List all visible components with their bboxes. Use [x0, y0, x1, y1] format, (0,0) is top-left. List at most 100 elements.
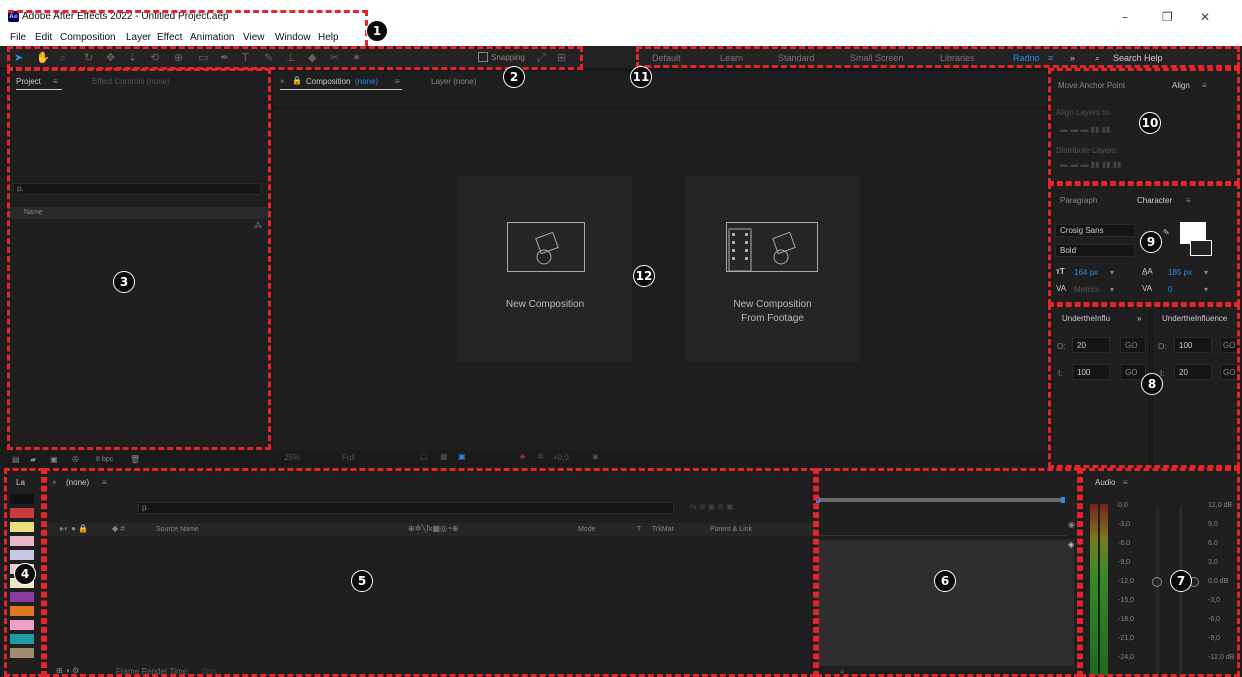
kerning-value[interactable]: Metrics: [1074, 285, 1100, 294]
menu-animation[interactable]: Animation: [190, 32, 234, 43]
search-help-icon[interactable]: ⌕: [1095, 53, 1100, 64]
name-column-header[interactable]: Name: [24, 209, 43, 216]
menu-composition[interactable]: Composition: [60, 32, 116, 43]
mask-visibility-icon[interactable]: ▣: [458, 452, 466, 461]
label-column-icon[interactable]: ◆ #: [112, 524, 125, 533]
work-area-bar[interactable]: [818, 498, 1064, 502]
mode-header[interactable]: Mode: [578, 526, 596, 533]
close-comp-tab[interactable]: ×: [280, 77, 285, 86]
exposure-value[interactable]: +0,0: [553, 453, 569, 462]
snap-magnet-icon[interactable]: ⤢: [537, 51, 546, 65]
new-folder-icon[interactable]: ▰: [30, 455, 36, 464]
layer-switches-header-icons[interactable]: ⊕✲╲fx▦◎◔⊕: [408, 524, 459, 533]
timeline-footer-icons[interactable]: ⊞ ◑ ⚙: [56, 666, 79, 675]
snapshot-icon[interactable]: ◙: [593, 452, 598, 461]
menu-view[interactable]: View: [243, 32, 265, 43]
brush-tool-icon[interactable]: ✎: [264, 51, 273, 64]
kerning-dropdown-icon[interactable]: ▾: [1110, 285, 1114, 294]
stroke-color-swatch[interactable]: [1190, 240, 1212, 256]
font-size-dropdown-icon[interactable]: ▾: [1110, 268, 1114, 277]
search-help-field[interactable]: Search Help: [1113, 53, 1163, 63]
restore-button[interactable]: ❐: [1162, 10, 1173, 24]
menu-help[interactable]: Help: [318, 32, 339, 43]
label-color-swatch[interactable]: [10, 620, 34, 630]
character-menu-icon[interactable]: ≡: [1186, 196, 1191, 205]
comp-button-icon[interactable]: ◈: [1068, 540, 1074, 549]
roto-tool-icon[interactable]: ✂: [330, 51, 339, 64]
anchor-tool-icon[interactable]: ⊕: [174, 51, 183, 64]
dolly-tool-icon[interactable]: ⇣: [128, 51, 137, 64]
leading-value[interactable]: 185 px: [1168, 268, 1192, 277]
bpc-label[interactable]: 8 bpc: [96, 456, 113, 463]
lock-icon[interactable]: 🔒: [292, 76, 302, 85]
selection-tool-icon[interactable]: ➤: [14, 51, 23, 64]
i-input-1[interactable]: 100: [1072, 364, 1110, 380]
timeline-menu-icon[interactable]: ≡: [102, 478, 107, 487]
orbit-tool-icon[interactable]: ↻: [84, 51, 93, 64]
tab-align[interactable]: Align: [1172, 81, 1190, 90]
label-color-swatch[interactable]: [10, 494, 34, 504]
tab-project[interactable]: Project: [16, 77, 41, 86]
tracking-dropdown-icon[interactable]: ▾: [1204, 285, 1208, 294]
workspace-menu-icon[interactable]: ≡: [1048, 53, 1053, 63]
labels-panel-title[interactable]: La: [16, 478, 25, 487]
rotation-tool-icon[interactable]: ⟲: [150, 51, 159, 64]
label-color-swatch[interactable]: [10, 508, 34, 518]
script-panel-2-title[interactable]: UndertheInfluence: [1162, 314, 1227, 323]
workspace-standard[interactable]: Standard: [778, 53, 815, 63]
tracking-value[interactable]: 0: [1168, 285, 1172, 294]
snapping-checkbox[interactable]: [478, 52, 488, 62]
o-go-button-1[interactable]: GO: [1120, 337, 1146, 353]
workspace-radno[interactable]: Radno: [1013, 53, 1040, 63]
label-color-swatch[interactable]: [10, 606, 34, 616]
composition-menu-icon[interactable]: ≡: [395, 77, 400, 86]
leading-dropdown-icon[interactable]: ▾: [1204, 268, 1208, 277]
new-composition-icon[interactable]: ▣: [50, 455, 58, 464]
label-color-swatch[interactable]: [10, 550, 34, 560]
label-color-swatch[interactable]: [10, 536, 34, 546]
pen-tool-icon[interactable]: ✒: [220, 51, 229, 64]
rectangle-tool-icon[interactable]: ▭: [198, 51, 208, 64]
menu-edit[interactable]: Edit: [35, 32, 52, 43]
color-management-icon[interactable]: ♣: [520, 452, 525, 461]
text-tool-icon[interactable]: T: [242, 51, 249, 64]
close-button[interactable]: ✕: [1200, 10, 1210, 24]
eraser-tool-icon[interactable]: ◆: [308, 51, 316, 64]
flowchart-icon[interactable]: ⁂: [254, 221, 262, 230]
hand-tool-icon[interactable]: ✋: [36, 51, 50, 64]
script-panel-1-title[interactable]: UndertheInflu: [1062, 314, 1110, 323]
work-area-end-handle[interactable]: [1061, 497, 1065, 503]
zoom-slider-icon[interactable]: ⌕: [840, 667, 844, 677]
label-color-swatch[interactable]: [10, 592, 34, 602]
menu-effect[interactable]: Effect: [157, 32, 182, 43]
av-features-icons[interactable]: ▸◐ ● 🔒: [60, 524, 88, 533]
puppet-tool-icon[interactable]: ✶: [352, 51, 361, 64]
o-go-button-2[interactable]: GO: [1220, 337, 1240, 353]
tab-paragraph[interactable]: Paragraph: [1060, 196, 1097, 205]
audio-panel-title[interactable]: Audio: [1095, 478, 1115, 487]
align-buttons-icon[interactable]: ▬ ▬ ▬ ▮▮ ▮▮: [1060, 125, 1111, 134]
i-input-2[interactable]: 20: [1174, 364, 1212, 380]
parent-link-header[interactable]: Parent & Link: [710, 526, 752, 533]
workspace-small-screen[interactable]: Small Screen: [850, 53, 904, 63]
comp-marker-bin-icon[interactable]: ◉: [1068, 520, 1075, 529]
trkmat-header[interactable]: TrkMat: [652, 526, 674, 533]
project-menu-icon[interactable]: ≡: [53, 77, 58, 86]
tab-move-anchor-point[interactable]: Move Anchor Point: [1058, 81, 1125, 90]
minimize-button[interactable]: –: [1122, 10, 1128, 24]
workspace-libraries[interactable]: Libraries: [940, 53, 975, 63]
tab-composition[interactable]: Composition: [306, 77, 350, 86]
tab-layer[interactable]: Layer (none): [431, 77, 476, 86]
audio-menu-icon[interactable]: ≡: [1123, 478, 1128, 487]
close-timeline-icon[interactable]: ×: [52, 478, 57, 487]
label-color-swatch[interactable]: [10, 634, 34, 644]
label-color-swatch[interactable]: [10, 648, 34, 658]
menu-file[interactable]: File: [10, 32, 26, 43]
zoom-tool-icon[interactable]: ⌕: [60, 51, 66, 65]
timeline-tab[interactable]: (none): [66, 478, 89, 487]
clone-tool-icon[interactable]: ⊥: [286, 51, 296, 64]
i-go-button-2[interactable]: GO: [1220, 364, 1240, 380]
label-color-swatch[interactable]: [10, 522, 34, 532]
script-panel-overflow[interactable]: »: [1137, 314, 1141, 323]
project-settings-icon[interactable]: ✇: [72, 455, 79, 464]
